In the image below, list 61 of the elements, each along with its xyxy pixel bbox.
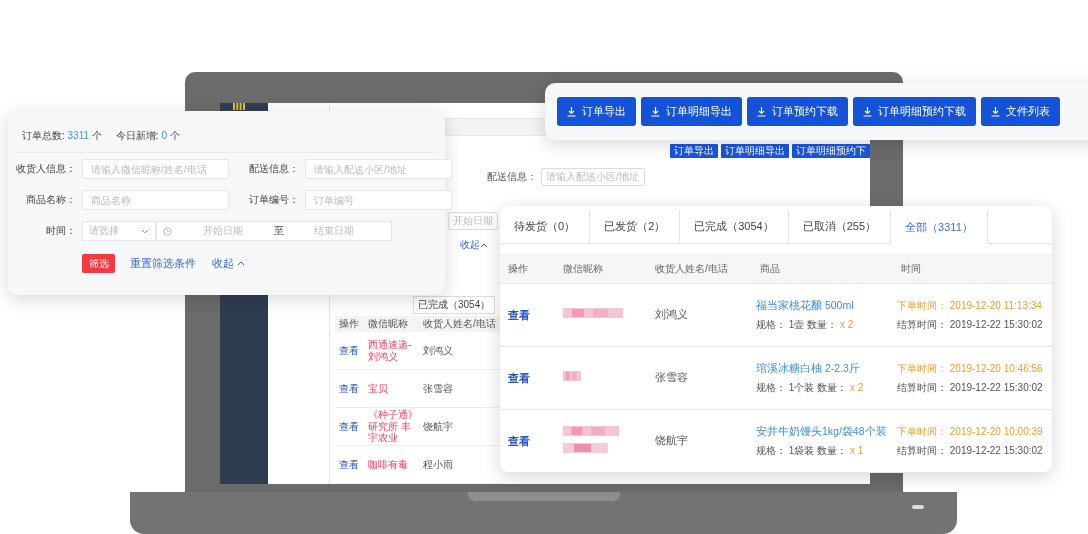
order-time: 下单时间： 2019-12-20 10:46:56 — [897, 361, 1044, 376]
receiver-name: 程小雨 — [422, 458, 454, 471]
field-label: 收货人信息： — [16, 162, 76, 176]
field-label: 配送信息： — [248, 162, 299, 176]
column-header: 操作 — [338, 318, 360, 330]
view-link[interactable]: 查看 — [335, 420, 364, 433]
export-button[interactable]: 订单明细导出 — [641, 97, 742, 126]
export-button[interactable]: 订单明细导出 — [721, 144, 789, 158]
filter-button[interactable]: 筛选 — [82, 254, 115, 273]
order-time: 下单时间： 2019-12-20 11:13:34 — [897, 298, 1043, 313]
view-link[interactable]: 查看 — [335, 344, 364, 357]
spec-text: 规格： 1个装 数量： x 2 — [756, 380, 865, 395]
settle-time: 结算时间： 2019-12-22 15:30:02 — [897, 380, 1044, 395]
view-link[interactable]: 查看 — [508, 371, 530, 384]
nickname: 咖啡有毒 — [367, 458, 409, 471]
collapse-link[interactable]: 收起 — [212, 256, 245, 271]
settle-time: 结算时间： 2019-12-22 15:30:02 — [897, 443, 1044, 458]
field-label: 订单编号： — [248, 193, 299, 207]
receiver-name: 饶航宇 — [655, 434, 688, 446]
column-header: 操作 — [507, 261, 529, 276]
export-button[interactable]: 文件列表 — [981, 97, 1060, 126]
view-link[interactable]: 查看 — [508, 308, 530, 321]
collapse-link[interactable]: 收起 — [460, 238, 480, 252]
export-button[interactable]: 订单预约下载 — [747, 97, 848, 126]
product-link[interactable]: 安井牛奶馒头1kg/袋48个装 — [756, 424, 893, 439]
reset-link[interactable]: 重置筛选条件 — [130, 256, 196, 271]
nickname: 西通速递-刘鸿义 — [367, 339, 413, 362]
column-header: 收货人姓名/电话 — [422, 318, 497, 330]
view-link[interactable]: 查看 — [335, 382, 364, 395]
order-stat: 订单总数: 3311 个 — [22, 129, 102, 143]
spec-text: 规格： 1壶 数量： x 2 — [756, 317, 855, 332]
receiver-name: 张雪容 — [422, 382, 454, 395]
column-header: 收货人姓名/电话 — [654, 261, 729, 276]
receiver-name: 刘鸿义 — [422, 344, 454, 357]
column-header: 商品 — [759, 261, 781, 276]
settle-time: 结算时间： 2019-12-22 15:30:02 — [897, 317, 1044, 332]
order-stat: 今日新增: 0 个 — [115, 129, 180, 143]
export-button[interactable]: 订单导出 — [670, 144, 718, 158]
status-tab[interactable]: 全部（3311） — [891, 210, 988, 244]
status-tab[interactable]: 已完成（3054） — [413, 296, 496, 314]
status-tab[interactable]: 待发货（0） — [500, 210, 591, 243]
receiver-name: 饶航宇 — [422, 420, 454, 433]
order-time: 下单时间： 2019-12-20 10:00:39 — [897, 424, 1044, 439]
field-label: 时间： — [45, 224, 76, 238]
column-header: 微信昵称 — [562, 261, 604, 276]
export-button[interactable]: 订单明细预约下 — [792, 144, 870, 158]
export-button[interactable]: 订单导出 — [557, 97, 636, 126]
product-link[interactable]: 琯溪冰糖白柚 2-2.3斤 — [756, 361, 893, 376]
column-header: 时间 — [900, 261, 922, 276]
field-label: 商品名称： — [25, 193, 76, 207]
receiver-name: 刘鸿义 — [655, 308, 688, 320]
nickname: 《种子通》研究所 丰宇农业 — [367, 409, 419, 444]
view-link[interactable]: 查看 — [508, 434, 530, 447]
product-link[interactable]: 福当家桃花酿 500ml — [756, 298, 893, 313]
receiver-name: 张雪容 — [655, 371, 688, 383]
export-button[interactable]: 订单明细预约下载 — [853, 97, 976, 126]
view-link[interactable]: 查看 — [335, 458, 364, 471]
field-label: 配送信息： — [487, 170, 537, 184]
nickname: 宝贝 — [367, 382, 389, 395]
spec-text: 规格： 1袋装 数量： x 1 — [756, 443, 865, 458]
column-header: 微信昵称 — [367, 318, 409, 330]
